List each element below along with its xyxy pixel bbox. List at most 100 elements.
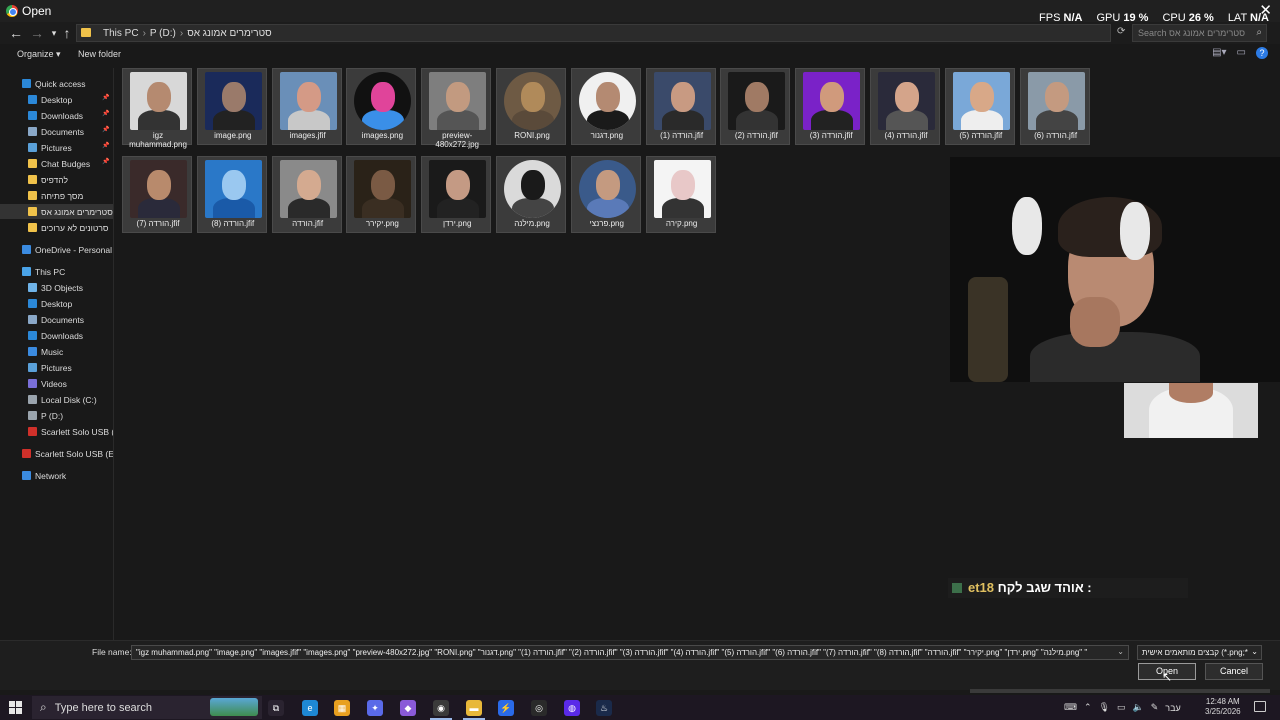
sidebar-item[interactable]: Pictures 📌 [0,140,113,155]
sidebar-item[interactable]: סטרימרים אמונג אס [0,204,113,219]
view-options-icon[interactable]: ▤▾ [1212,47,1226,59]
file-name: הורדה (3).jfif [809,131,853,140]
sidebar-item[interactable]: Quick access [0,76,113,91]
sidebar-item[interactable]: Documents 📌 [0,124,113,139]
task-view-icon[interactable]: ⧉ [268,700,284,716]
edge-icon[interactable]: e [302,700,318,716]
forward-arrow-icon[interactable]: → [29,25,45,41]
breadcrumb-separator-icon[interactable]: › [143,28,146,39]
file-thumbnail [653,72,711,130]
sidebar-item[interactable]: P (D:) [0,408,113,423]
language-indicator[interactable]: עבר [1165,703,1180,713]
file-item[interactable]: יקירר.png [346,156,417,233]
volume-icon[interactable]: 🔈 [1133,702,1144,713]
sidebar-item[interactable]: מסך פתיחה [0,188,113,203]
thumbnail-figure [437,110,480,130]
breadcrumb-item[interactable]: סטרימרים אמונג אס [187,28,271,39]
sidebar-item[interactable]: OneDrive - Personal [0,242,113,257]
file-item[interactable]: הורדה (4).jfif [870,68,940,145]
file-item[interactable]: הורדה.jfif [271,156,342,233]
app-icon[interactable]: ◍ [564,700,580,716]
file-item[interactable]: הורדה (6).jfif [1019,68,1090,145]
file-item[interactable]: image.png [196,68,267,145]
help-icon[interactable]: ? [1256,47,1268,59]
keyboard-icon[interactable]: ⌨ [1064,702,1077,713]
file-item[interactable]: הורדה (5).jfif [944,68,1015,145]
file-item[interactable]: מילנה.png [496,156,566,233]
document-icon [28,315,37,324]
copilot-icon[interactable]: ✦ [367,700,383,716]
address-bar[interactable]: This PC › P (D:) › סטרימרים אמונג אס [76,24,1111,42]
sidebar-item-label: Pictures [41,362,72,373]
file-item[interactable]: igz muhammad.png [122,68,192,149]
sidebar-item[interactable]: Downloads [0,328,113,343]
thumbnail-face [820,82,845,112]
sidebar-item[interactable]: This PC [0,264,113,279]
sidebar-item-label: OneDrive - Personal [35,244,113,255]
preview-pane-icon[interactable]: ▭ [1237,47,1246,59]
breadcrumb: This PC › P (D:) › סטרימרים אמונג אס [103,28,276,39]
sidebar-item[interactable]: 3D Objects [0,280,113,295]
cancel-button[interactable]: Cancel [1205,663,1263,680]
sidebar-item[interactable]: Documents [0,312,113,327]
search-input[interactable]: Search סטרימרים אמונג אס ⌕ [1132,24,1267,42]
file-item[interactable]: קירה.png [645,156,716,233]
sidebar-item[interactable]: Scarlett Solo USB (E:) [0,446,119,461]
thumbnail-figure [287,198,330,218]
clock-date: 3/25/2026 [1205,707,1241,716]
new-folder-button[interactable]: New folder [78,49,121,59]
sidebar-item[interactable]: Downloads 📌 [0,108,113,123]
file-type-select[interactable]: קבצים מותאמים אישית (*.png;*. ⌄ [1137,645,1262,660]
sidebar-item[interactable]: Desktop 📌 [0,92,113,107]
file-name: הורדה (6).jfif [1034,131,1078,140]
file-item[interactable]: הורדה (2).jfif [720,68,791,145]
refresh-icon[interactable]: ⟳ [1117,26,1125,37]
search-highlight-image[interactable] [210,698,258,716]
filename-input[interactable]: "igz muhammad.png" "image.png" "images.j… [131,645,1129,660]
file-item[interactable]: preview-480x272.jpg [421,68,492,149]
sidebar-item[interactable]: Network [0,468,113,483]
app-icon[interactable]: ⚡ [498,700,514,716]
clock[interactable]: 12:48 AM 3/25/2026 [1205,697,1241,717]
sidebar-item[interactable]: Scarlett Solo USB (E: [0,424,122,439]
file-item[interactable]: images.jfif [271,68,342,145]
store-icon[interactable]: ▦ [334,700,350,716]
organize-button[interactable]: Organize ▾ [17,49,61,60]
breadcrumb-item[interactable]: This PC [103,28,139,39]
file-item[interactable]: images.png [346,68,417,145]
app-icon[interactable]: ◎ [531,700,547,716]
pen-icon[interactable]: ✎ [1151,702,1159,713]
steam-icon[interactable]: ♨ [596,700,612,716]
file-item[interactable]: פרנצי.png [570,156,641,233]
chevron-down-icon[interactable]: ⌄ [1114,647,1124,656]
sidebar-item[interactable]: Desktop [0,296,113,311]
network-icon[interactable]: ▭ [1117,702,1126,713]
notification-icon[interactable] [1254,701,1266,712]
folder-icon [28,191,37,200]
windows-start-icon[interactable] [9,701,22,714]
file-item[interactable]: הורדה (7).jfif [122,156,192,233]
file-item[interactable]: דגנור.png [570,68,641,145]
sidebar-item[interactable]: Local Disk (C:) [0,392,113,407]
horizontal-scrollbar[interactable] [970,689,1270,693]
file-item[interactable]: הורדה (1).jfif [645,68,716,145]
sidebar-item[interactable]: Music [0,344,113,359]
breadcrumb-separator-icon[interactable]: › [180,28,183,39]
up-arrow-icon[interactable]: ↑ [59,25,75,41]
microphone-icon[interactable]: 🎙 [1099,702,1110,713]
sidebar-item[interactable]: Pictures [0,360,113,375]
file-item[interactable]: ירדן.png [421,156,492,233]
app-icon[interactable]: ◆ [400,700,416,716]
chevron-up-icon[interactable]: ⌃ [1084,702,1092,713]
sidebar-item[interactable]: Videos [0,376,113,391]
file-item[interactable]: RONI.png [496,68,566,145]
file-item[interactable]: הורדה (8).jfif [196,156,267,233]
file-item[interactable]: הורדה (3).jfif [795,68,866,145]
explorer-icon[interactable]: ▬ [466,700,482,716]
back-arrow-icon[interactable]: ← [8,25,24,41]
chrome-icon[interactable]: ◉ [433,700,449,716]
sidebar-item[interactable]: סרטונים לא ערוכים [0,220,113,235]
sidebar-item[interactable]: Chat Budges 📌 [0,156,113,171]
sidebar-item[interactable]: להדפיס [0,172,113,187]
breadcrumb-item[interactable]: P (D:) [150,28,176,39]
